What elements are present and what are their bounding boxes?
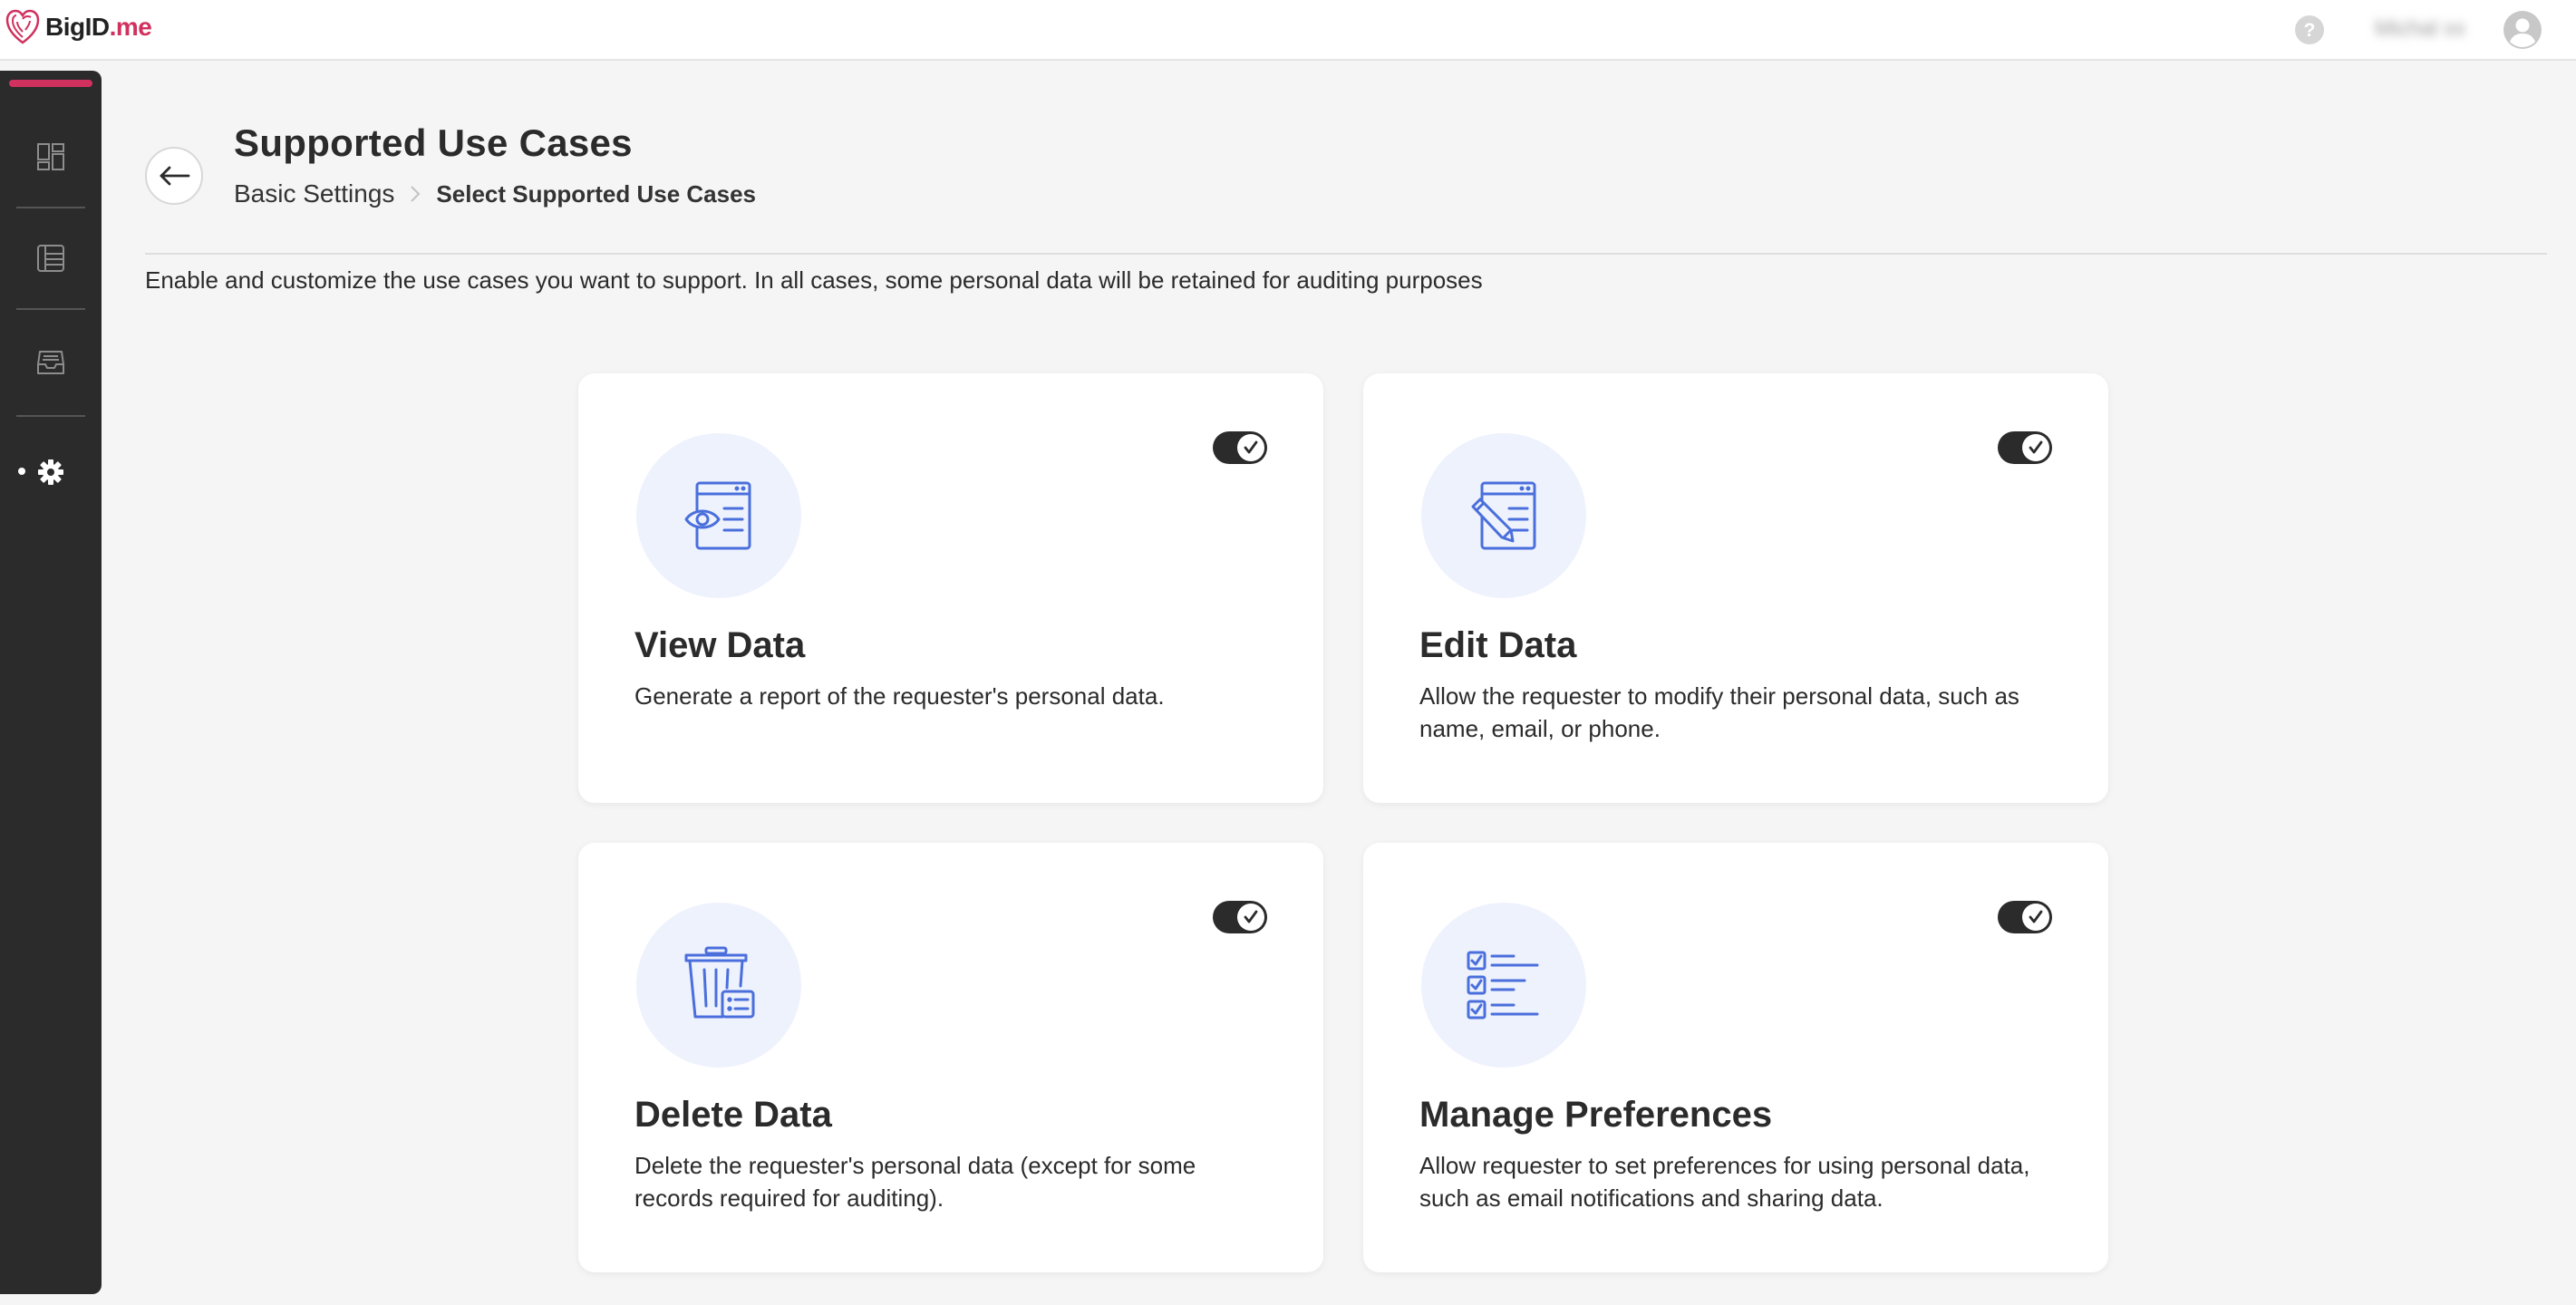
- card-description: Generate a report of the requester's per…: [634, 682, 1165, 710]
- table-icon: [37, 245, 64, 272]
- dashboard-icon: [37, 143, 64, 170]
- page-title: Supported Use Cases: [234, 121, 633, 164]
- edit-data-icon-circle: [1421, 433, 1586, 598]
- sidebar-divider: [16, 308, 85, 310]
- edit-data-toggle[interactable]: [1998, 431, 2052, 464]
- back-button[interactable]: [145, 147, 203, 205]
- view-data-toggle[interactable]: [1213, 431, 1267, 464]
- use-case-card-edit-data: Edit Data Allow the requester to modify …: [1363, 373, 2108, 803]
- inbox-icon: [37, 351, 64, 374]
- card-description: Delete the requester's personal data (ex…: [634, 1152, 1196, 1212]
- checkmark-icon: [2029, 440, 2043, 454]
- view-data-icon: [684, 481, 751, 550]
- bigid-logo[interactable]: BigID.me: [4, 4, 152, 51]
- sidebar-accent-bar: [9, 80, 92, 87]
- delete-data-toggle[interactable]: [1213, 901, 1267, 933]
- breadcrumb-current: Select Supported Use Cases: [436, 179, 756, 208]
- card-title: View Data: [634, 625, 806, 665]
- gear-icon: [38, 459, 63, 485]
- manage-preferences-icon: [1467, 951, 1539, 1020]
- checkmark-icon: [1244, 910, 1258, 923]
- toggle-knob: [1237, 434, 1264, 461]
- top-bar: BigID.me ? Michal xx: [0, 0, 2576, 61]
- card-description: Allow requester to set preferences for u…: [1419, 1152, 2030, 1212]
- sidebar-item-dashboard[interactable]: [0, 121, 102, 193]
- use-case-card-manage-preferences: Manage Preferences Allow requester to se…: [1363, 843, 2108, 1272]
- svg-text:?: ?: [2304, 20, 2316, 41]
- sidebar-item-table[interactable]: [0, 222, 102, 295]
- sidebar-divider: [16, 415, 85, 417]
- use-case-card-delete-data: Delete Data Delete the requester's perso…: [578, 843, 1323, 1272]
- sidebar-item-inbox[interactable]: [0, 325, 102, 398]
- card-title: Manage Preferences: [1419, 1095, 1773, 1135]
- manage-preferences-icon-circle: [1421, 903, 1586, 1068]
- sidebar-item-settings[interactable]: [0, 436, 102, 508]
- toggle-knob: [2022, 904, 2049, 931]
- edit-data-icon: [1471, 481, 1536, 550]
- card-title: Delete Data: [634, 1095, 832, 1135]
- page-description: Enable and customize the use cases you w…: [145, 266, 1483, 294]
- avatar-icon[interactable]: [2502, 9, 2543, 51]
- toggle-knob: [2022, 434, 2049, 461]
- sidebar-divider: [16, 207, 85, 208]
- arrow-left-icon: [160, 166, 190, 186]
- delete-data-icon-circle: [636, 903, 801, 1068]
- sidebar: [0, 71, 102, 1294]
- checkmark-icon: [1244, 440, 1258, 454]
- view-data-icon-circle: [636, 433, 801, 598]
- header-divider: [145, 253, 2547, 255]
- toggle-knob: [1237, 904, 1264, 931]
- help-icon[interactable]: ?: [2293, 14, 2326, 46]
- manage-preferences-toggle[interactable]: [1998, 901, 2052, 933]
- card-description: Allow the requester to modify their pers…: [1419, 682, 2019, 742]
- fingerprint-heart-icon: [5, 9, 40, 44]
- delete-data-icon: [684, 946, 755, 1019]
- use-case-card-view-data: View Data Generate a report of the reque…: [578, 373, 1323, 803]
- checkmark-icon: [2029, 910, 2043, 923]
- user-name[interactable]: Michal xx: [2375, 16, 2484, 42]
- breadcrumb: Basic Settings Select Supported Use Case…: [234, 179, 756, 208]
- card-title: Edit Data: [1419, 625, 1577, 665]
- breadcrumb-link-basic-settings[interactable]: Basic Settings: [234, 179, 394, 208]
- chevron-right-icon: [411, 186, 421, 202]
- logo-text: BigID.me: [45, 13, 152, 41]
